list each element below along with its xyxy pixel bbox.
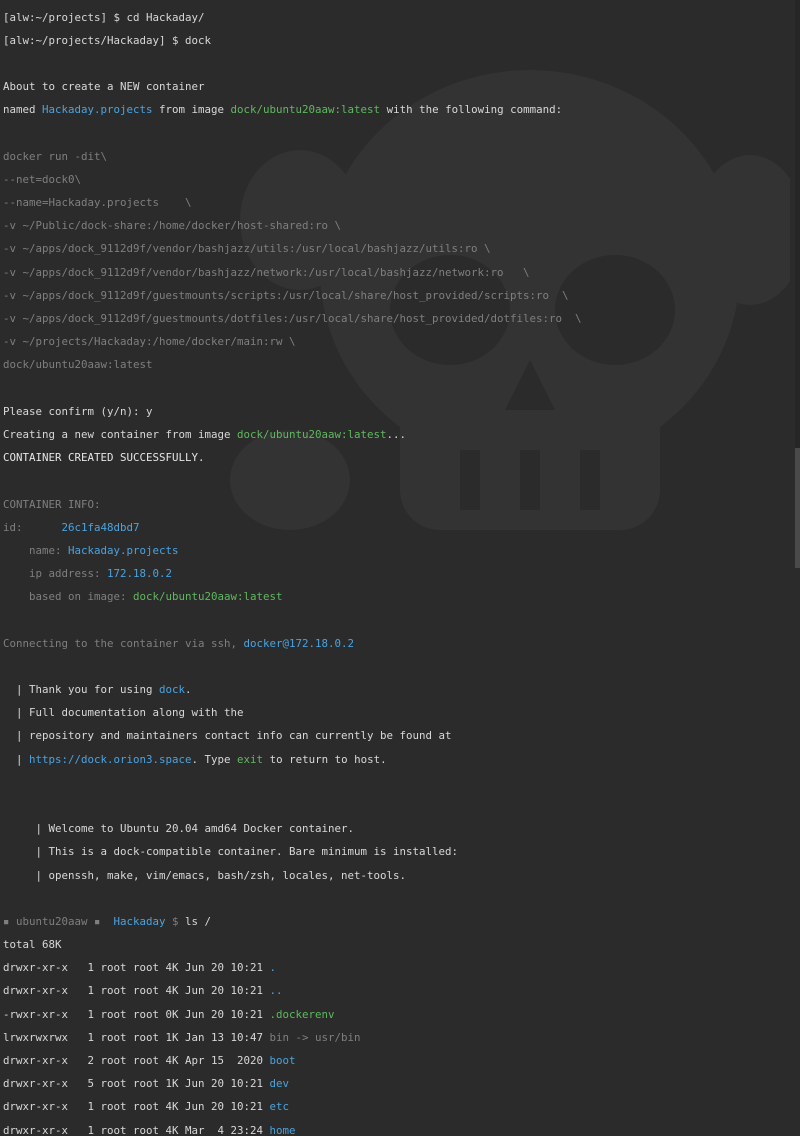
docker-command-line: -v ~/projects/Hackaday:/home/docker/main…: [3, 335, 296, 349]
ls-meta: drwxr-xr-x 1 root root 4K Jun 20 10:21: [3, 984, 270, 998]
confirm-prompt: Please confirm (y/n): y: [3, 404, 153, 418]
docker-command-line: -v ~/apps/dock_9112d9f/guestmounts/scrip…: [3, 288, 569, 302]
docker-command-line: -v ~/Public/dock-share:/home/docker/host…: [3, 219, 342, 233]
label: ip address:: [3, 567, 108, 581]
text: |: [3, 752, 30, 766]
image-name: dock/ubuntu20aaw:latest: [237, 427, 387, 441]
label: name:: [3, 543, 69, 557]
ls-name: bin: [269, 1030, 290, 1044]
exit-keyword: exit: [237, 752, 264, 766]
ls-name: home: [269, 1123, 296, 1136]
success-message: CONTAINER CREATED SUCCESSFULLY.: [3, 451, 205, 465]
ssh-target: docker@172.18.0.2: [243, 636, 355, 650]
scrollbar-thumb[interactable]: [795, 448, 800, 568]
text: ...: [386, 427, 407, 441]
container-id: id: 26c1fa48dbd7: [3, 520, 800, 534]
welcome-line: | This is a dock-compatible container. B…: [3, 845, 459, 859]
text: Connecting to the container via ssh,: [3, 636, 244, 650]
docker-command-line: -v ~/apps/dock_9112d9f/vendor/bashjazz/u…: [3, 242, 491, 256]
prompt-host: ▪ ubuntu20aaw ▪: [3, 914, 114, 928]
container-name: Hackaday.projects: [42, 103, 153, 117]
label: id:: [3, 520, 62, 534]
welcome-line: | openssh, make, vim/emacs, bash/zsh, lo…: [3, 868, 407, 882]
ls-meta: drwxr-xr-x 1 root root 4K Jun 20 10:21: [3, 1100, 270, 1114]
text: named: [3, 103, 43, 117]
ls-row: lrwxrwxrwx 1 root root 1K Jan 13 10:47 b…: [3, 1032, 800, 1044]
docker-command-line: --net=dock0\: [3, 172, 82, 186]
value: 172.18.0.2: [107, 567, 173, 581]
ls-row: drwxr-xr-x 1 root root 4K Jun 20 10:21 .…: [3, 985, 800, 997]
terminal-line: [alw:~/projects] $ cd Hackaday/: [3, 10, 205, 24]
ls-row: -rwxr-xr-x 1 root root 0K Jun 20 10:21 .…: [3, 1007, 800, 1021]
container-name-row: name: Hackaday.projects: [3, 545, 800, 557]
prompt-dir: Hackaday: [113, 914, 166, 928]
ls-name: boot: [269, 1054, 296, 1068]
ls-meta: lrwxrwxrwx 1 root root 1K Jan 13 10:47: [3, 1030, 270, 1044]
motd-line: | https://dock.orion3.space. Type exit t…: [3, 752, 800, 766]
text: to return to host.: [263, 752, 387, 766]
ls-row: drwxr-xr-x 1 root root 4K Jun 20 10:21 e…: [3, 1101, 800, 1113]
value: Hackaday.projects: [68, 543, 179, 557]
prompt-symbol: $: [165, 914, 186, 928]
based-on-image-row: based on image: dock/ubuntu20aaw:latest: [3, 591, 800, 603]
terminal-output[interactable]: [alw:~/projects] $ cd Hackaday/ [alw:~/p…: [3, 0, 800, 1135]
ls-name: .: [269, 961, 277, 975]
ls-row: drwxr-xr-x 1 root root 4K Mar 4 23:24 ho…: [3, 1123, 800, 1136]
text: with the following command:: [380, 103, 563, 117]
command: ls /: [185, 914, 212, 928]
terminal-line: [alw:~/projects/Hackaday] $ dock: [3, 33, 212, 47]
value: dock/ubuntu20aaw:latest: [133, 590, 283, 604]
ls-total: total 68K: [3, 938, 62, 952]
shell-prompt: ▪ ubuntu20aaw ▪ Hackaday $ ls /: [3, 916, 800, 928]
ls-meta: drwxr-xr-x 2 root root 4K Apr 15 2020: [3, 1054, 270, 1068]
ls-meta: drwxr-xr-x 1 root root 4K Mar 4 23:24: [3, 1123, 270, 1136]
docs-link[interactable]: https://dock.orion3.space: [29, 753, 192, 766]
text: . Type: [191, 752, 238, 766]
text: from image: [152, 103, 231, 117]
motd-line: | Full documentation along with the: [3, 706, 244, 720]
ls-row: drwxr-xr-x 2 root root 4K Apr 15 2020 bo…: [3, 1055, 800, 1067]
ls-meta: drwxr-xr-x 1 root root 4K Jun 20 10:21: [3, 961, 270, 975]
ls-name: .dockerenv: [269, 1007, 335, 1021]
text: .: [185, 683, 192, 697]
ssh-connect-line: Connecting to the container via ssh, doc…: [3, 636, 800, 650]
docker-command-line: docker run -dit\: [3, 149, 108, 163]
label: based on image:: [3, 590, 134, 604]
terminal-line: named Hackaday.projects from image dock/…: [3, 104, 800, 116]
docker-command-line: dock/ubuntu20aaw:latest: [3, 358, 153, 372]
image-name: dock/ubuntu20aaw:latest: [230, 103, 381, 117]
ls-meta: drwxr-xr-x 5 root root 1K Jun 20 10:21: [3, 1077, 270, 1091]
ls-row: drwxr-xr-x 1 root root 4K Jun 20 10:21 .: [3, 962, 800, 974]
ls-row: drwxr-xr-x 5 root root 1K Jun 20 10:21 d…: [3, 1078, 800, 1090]
motd-line: | repository and maintainers contact inf…: [3, 729, 452, 743]
docker-command-line: -v ~/apps/dock_9112d9f/guestmounts/dotfi…: [3, 312, 582, 326]
terminal-line: Creating a new container from image dock…: [3, 429, 800, 441]
docker-command-line: -v ~/apps/dock_9112d9f/vendor/bashjazz/n…: [3, 265, 530, 279]
motd-line: | Thank you for using dock.: [3, 684, 800, 696]
ls-name: ..: [269, 984, 283, 998]
text: | Thank you for using: [3, 683, 160, 697]
container-info-heading: CONTAINER INFO:: [3, 497, 101, 511]
welcome-line: | Welcome to Ubuntu 20.04 amd64 Docker c…: [3, 822, 355, 836]
dock-name: dock: [159, 683, 186, 697]
ls-meta: -rwxr-xr-x 1 root root 0K Jun 20 10:21: [3, 1007, 270, 1021]
ls-extra: -> usr/bin: [289, 1030, 361, 1044]
text: Creating a new container from image: [3, 427, 238, 441]
ls-name: etc: [269, 1100, 290, 1114]
ip-address-row: ip address: 172.18.0.2: [3, 568, 800, 580]
docker-command-line: --name=Hackaday.projects \: [3, 196, 192, 210]
ls-name: dev: [269, 1077, 290, 1091]
terminal-line: About to create a NEW container: [3, 80, 205, 94]
value: 26c1fa48dbd7: [61, 520, 140, 534]
